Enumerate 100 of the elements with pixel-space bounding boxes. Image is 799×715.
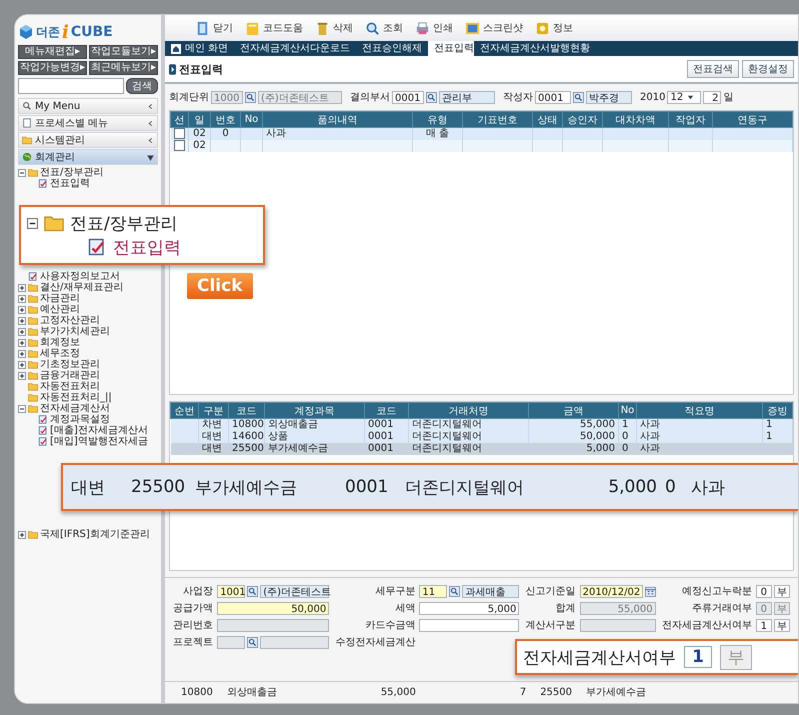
calendar-icon[interactable] [645, 586, 656, 596]
search-icon[interactable] [247, 636, 258, 648]
tree-item[interactable]: 자동전표처리 [40, 381, 100, 392]
search-icon[interactable] [426, 92, 437, 102]
tree-item[interactable]: 전표입력 [50, 178, 90, 189]
page-title: 전표입력 [179, 62, 223, 76]
tree-toggle[interactable] [18, 284, 26, 292]
column-header[interactable]: No [240, 112, 262, 128]
tree-toggle[interactable] [18, 316, 26, 324]
toolbar-button[interactable]: 정보 [535, 20, 573, 36]
menu-button[interactable]: 최근메뉴보기▸ [89, 61, 158, 75]
tab[interactable]: 전자세금계산서발행현황 [474, 41, 596, 56]
day-field[interactable]: 2 [703, 90, 722, 104]
tree-item[interactable]: [매입]역발행전자세금 [50, 436, 148, 447]
toolbar-button[interactable]: 인쇄 [415, 20, 453, 36]
search-icon[interactable] [245, 92, 256, 102]
column-header[interactable]: 번호 [210, 112, 240, 128]
tree-item[interactable]: 자동전표처리_|| [40, 392, 112, 403]
dept-code-field[interactable]: 0001 [392, 90, 424, 104]
tree-toggle[interactable] [18, 530, 26, 538]
tree-toggle[interactable] [18, 306, 26, 314]
search-icon[interactable] [247, 586, 258, 596]
column-header[interactable]: 코드 [364, 402, 408, 418]
page-button[interactable]: 전표검색 [687, 60, 739, 78]
unit-code-field[interactable]: 1000 [211, 90, 243, 104]
column-header[interactable]: 작업자 [668, 112, 712, 128]
column-header[interactable]: 선 [170, 112, 188, 128]
tree-toggle[interactable] [18, 360, 26, 368]
tree-toggle[interactable] [18, 350, 26, 358]
month-select[interactable]: 12 [667, 90, 702, 104]
menu-button[interactable]: 작업가능변경▸ [18, 61, 88, 75]
tree-item[interactable]: 결산/재무제표관리 [40, 282, 124, 293]
tree-toggle[interactable] [18, 338, 26, 346]
tree-item[interactable]: 고정자산관리 [40, 315, 100, 326]
column-header[interactable]: 거래처명 [408, 402, 528, 418]
tree-toggle[interactable] [18, 168, 26, 176]
row-checkbox[interactable] [174, 140, 184, 152]
toolbar-button[interactable]: 조회 [365, 20, 403, 36]
menu-button[interactable]: 메뉴재편집▸ [18, 45, 88, 59]
column-header[interactable]: 순번 [170, 402, 198, 418]
amount-field[interactable]: 50,000 [217, 602, 330, 614]
tree-item[interactable]: 사용자정의보고서 [40, 271, 120, 282]
menu-section[interactable]: 시스템관리 [18, 132, 158, 148]
tab[interactable]: 전표승인해제 [356, 41, 428, 56]
menu-section[interactable]: 회계관리 [18, 149, 158, 165]
column-header[interactable]: 대차차액 [602, 112, 668, 128]
column-header[interactable]: 상태 [532, 112, 562, 128]
menu-button[interactable]: 작업모듈보기▸ [89, 45, 158, 59]
tree-item[interactable]: 전자세금계산서 [40, 403, 110, 414]
tree-item[interactable]: 전표/장부관리 [40, 167, 104, 178]
column-header[interactable]: 연동구 [712, 112, 792, 128]
toolbar-button[interactable]: 코드도움 [245, 20, 303, 36]
flag-code-field[interactable]: 0 [756, 584, 772, 598]
code-field[interactable]: 11 [419, 584, 448, 598]
tree-item[interactable]: [매출]전자세금계산서 [50, 425, 148, 436]
tree-item[interactable]: 자금관리 [40, 293, 80, 304]
tree-toggle[interactable] [18, 372, 26, 380]
column-header[interactable]: 품의내역 [262, 112, 412, 128]
tree-item[interactable]: 세무조정 [40, 348, 80, 359]
tree-item[interactable]: 기초정보관리 [40, 359, 100, 370]
column-header[interactable]: 기표번호 [462, 112, 532, 128]
column-header[interactable]: 적요명 [636, 402, 762, 418]
page-button[interactable]: 환경설정 [742, 60, 794, 78]
column-header[interactable]: No [618, 402, 636, 418]
menu-search-field[interactable] [18, 78, 124, 94]
menu-section[interactable]: 프로세스별 메뉴 [18, 115, 158, 131]
search-icon[interactable] [573, 92, 584, 102]
date-field[interactable]: 2010/12/02 [580, 584, 644, 598]
column-header[interactable]: 금액 [528, 402, 618, 418]
search-button[interactable]: 검색 [126, 78, 158, 94]
tree-item[interactable]: 예산관리 [40, 304, 80, 315]
toolbar-button[interactable]: 스크린샷 [465, 20, 523, 36]
flag-code-field[interactable]: 1 [756, 618, 772, 632]
row-checkbox[interactable] [174, 128, 184, 139]
tab[interactable]: 전자세금계산서다운로드 [234, 41, 356, 56]
tree-item[interactable]: 금융거래관리 [40, 370, 100, 381]
column-header[interactable]: 승인자 [562, 112, 602, 128]
column-header[interactable]: 구분 [198, 402, 228, 418]
tree-toggle[interactable] [18, 328, 26, 336]
toolbar-button[interactable]: 삭제 [315, 20, 353, 36]
tab[interactable]: 전표입력 [428, 41, 474, 56]
column-header[interactable]: 일 [188, 112, 210, 128]
code-field[interactable]: 1001 [217, 584, 246, 598]
search-icon[interactable] [449, 586, 460, 596]
tree-item[interactable]: 회계정보 [40, 337, 80, 348]
column-header[interactable]: 코드 [228, 402, 264, 418]
tree-toggle[interactable] [18, 404, 26, 412]
tree-item[interactable]: 국제[IFRS]회계기준관리 [40, 529, 150, 540]
column-header[interactable]: 증빙 [762, 402, 792, 418]
writer-code-field[interactable]: 0001 [535, 90, 571, 104]
menu-section[interactable]: My Menu [18, 98, 158, 114]
column-header[interactable]: 계정과목 [264, 402, 364, 418]
tree-toggle[interactable] [18, 294, 26, 302]
column-header[interactable]: 유형 [412, 112, 462, 128]
text-field[interactable] [419, 618, 520, 632]
toolbar-button[interactable]: 닫기 [195, 20, 233, 36]
tree-item[interactable]: 부가가치세관리 [40, 326, 110, 337]
amount-field[interactable]: 5,000 [419, 602, 520, 614]
tab[interactable]: 메인 화면 [165, 41, 234, 56]
tree-item[interactable]: 계정과목설정 [50, 414, 110, 425]
